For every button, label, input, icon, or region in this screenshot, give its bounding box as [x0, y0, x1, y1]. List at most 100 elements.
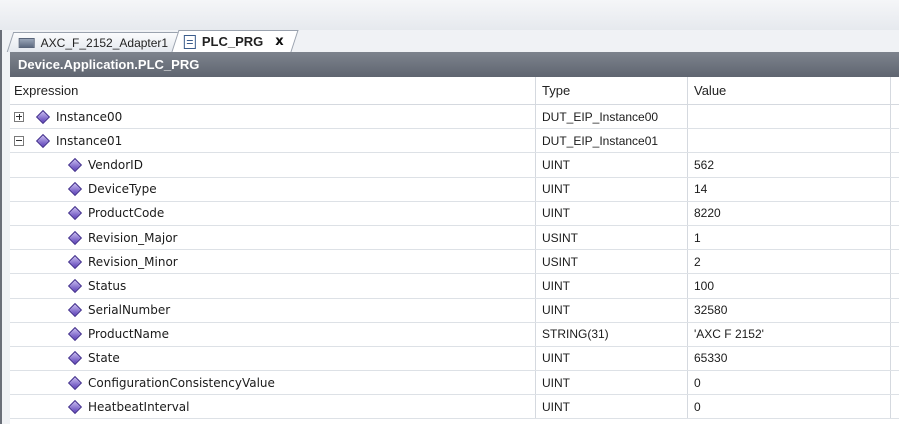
variable-name: Revision_Major [88, 230, 178, 245]
expression-content: SerialNumber [10, 303, 171, 318]
table-row[interactable]: DeviceType UINT 14 [10, 177, 899, 202]
collapse-minus-icon[interactable] [14, 135, 24, 146]
table-header: Expression Type Value [10, 77, 899, 105]
expression-content: HeatbeatInterval [10, 399, 190, 414]
row-filler [891, 347, 899, 370]
row-filler [891, 129, 899, 152]
table-row[interactable]: ProductName STRING(31) 'AXC F 2152' [10, 322, 899, 347]
tab-bar: AXC_F_2152_Adapter1 PLC_PRG x [6, 30, 299, 52]
type-cell: USINT [536, 250, 688, 274]
variable-icon [67, 157, 83, 173]
variable-icon [67, 182, 83, 197]
editor-frame: AXC_F_2152_Adapter1 PLC_PRG x Device.App… [0, 30, 899, 424]
table-row[interactable]: Instance01 DUT_EIP_Instance01 [10, 129, 899, 154]
expression-content: Instance00 [10, 109, 122, 124]
tab-axc-adapter-content: AXC_F_2152_Adapter1 [18, 35, 169, 50]
variable-name: VendorID [88, 157, 143, 172]
table-row[interactable]: SerialNumber UINT 32580 [10, 298, 899, 323]
value-cell[interactable]: 'AXC F 2152' [688, 322, 891, 346]
column-header-filler [891, 77, 899, 104]
table-row[interactable]: ProductCode UINT 8220 [10, 201, 899, 226]
variable-name: Revision_Minor [88, 254, 178, 269]
expression-cell[interactable]: State [10, 346, 536, 371]
expression-cell[interactable]: Revision_Major [10, 225, 536, 250]
value-cell[interactable] [688, 129, 891, 153]
row-filler [891, 371, 899, 394]
row-filler [891, 202, 899, 225]
variable-name: DeviceType [88, 182, 157, 197]
type-cell: UINT [536, 371, 688, 395]
table-row[interactable]: Revision_Major USINT 1 [10, 225, 899, 251]
table-row[interactable]: Revision_Minor USINT 2 [10, 250, 899, 275]
expression-content: Instance01 [10, 133, 122, 148]
variable-name: ProductCode [88, 206, 165, 221]
value-cell[interactable]: 2 [688, 250, 891, 274]
tab-axc-adapter-label: AXC_F_2152_Adapter1 [40, 35, 169, 50]
expression-content: VendorID [10, 157, 143, 173]
row-filler [891, 105, 899, 128]
value-cell[interactable] [688, 105, 891, 129]
top-strip [0, 0, 899, 31]
tab-plc-prg-label: PLC_PRG [202, 34, 264, 49]
type-cell: UINT [536, 201, 688, 225]
table-row[interactable]: ConfigurationConsistencyValue UINT 0 [10, 371, 899, 396]
value-cell[interactable]: 100 [688, 274, 891, 298]
type-cell: UINT [536, 395, 688, 419]
close-tab-icon[interactable]: x [276, 34, 284, 49]
row-filler [891, 153, 899, 176]
value-cell[interactable]: 14 [688, 177, 891, 201]
expression-cell[interactable]: SerialNumber [10, 298, 536, 322]
type-cell: STRING(31) [536, 322, 688, 346]
type-cell: DUT_EIP_Instance00 [536, 105, 688, 129]
variable-icon [67, 351, 83, 366]
row-filler [891, 299, 899, 322]
value-cell[interactable]: 0 [688, 395, 891, 419]
column-header-expression[interactable]: Expression [10, 77, 536, 104]
variable-name: SerialNumber [88, 303, 171, 318]
type-cell: UINT [536, 346, 688, 371]
expression-cell[interactable]: Status [10, 274, 536, 298]
type-cell: USINT [536, 225, 688, 250]
column-header-value[interactable]: Value [688, 77, 891, 104]
table-row[interactable]: State UINT 65330 [10, 346, 899, 372]
value-cell[interactable]: 562 [688, 153, 891, 177]
value-cell[interactable]: 1 [688, 225, 891, 250]
type-cell: UINT [536, 298, 688, 322]
table-row[interactable]: HeatbeatInterval UINT 0 [10, 395, 899, 420]
expression-content: DeviceType [10, 182, 157, 197]
tab-plc-prg[interactable]: PLC_PRG x [171, 30, 299, 52]
variable-name: ConfigurationConsistencyValue [88, 375, 275, 390]
value-cell[interactable]: 32580 [688, 298, 891, 322]
table-row[interactable]: Instance00 DUT_EIP_Instance00 [10, 105, 899, 130]
expression-cell[interactable]: ProductCode [10, 201, 536, 225]
variable-icon [67, 327, 83, 342]
value-cell[interactable]: 8220 [688, 201, 891, 225]
variable-icon [35, 109, 51, 124]
expression-cell[interactable]: HeatbeatInterval [10, 395, 536, 419]
value-cell[interactable]: 65330 [688, 346, 891, 371]
row-filler [891, 323, 899, 346]
expression-cell[interactable]: Instance00 [10, 105, 536, 129]
expression-cell[interactable]: ConfigurationConsistencyValue [10, 371, 536, 395]
expression-cell[interactable]: ProductName [10, 322, 536, 346]
table-body: Instance00 DUT_EIP_Instance00 Instance01 DU… [10, 105, 899, 420]
expression-content: ProductName [10, 327, 169, 342]
expression-cell[interactable]: Instance01 [10, 129, 536, 153]
table-row[interactable]: VendorID UINT 562 [10, 153, 899, 178]
table-row[interactable]: Status UINT 100 [10, 274, 899, 299]
variable-icon [67, 399, 83, 414]
column-header-type[interactable]: Type [536, 77, 688, 104]
expression-cell[interactable]: VendorID [10, 153, 536, 177]
variable-name: Status [88, 278, 127, 293]
expression-cell[interactable]: DeviceType [10, 177, 536, 201]
value-cell[interactable]: 0 [688, 371, 891, 395]
expression-content: ProductCode [10, 206, 165, 221]
variable-name: ProductName [88, 327, 169, 342]
tab-axc-adapter[interactable]: AXC_F_2152_Adapter1 [6, 32, 183, 52]
expression-content: Revision_Minor [10, 254, 178, 269]
expand-plus-icon[interactable] [14, 111, 24, 122]
watch-table: Expression Type Value Instance00 DUT_EIP_… [10, 77, 899, 424]
expression-cell[interactable]: Revision_Minor [10, 250, 536, 274]
variable-name: HeatbeatInterval [88, 399, 190, 414]
expression-content: ConfigurationConsistencyValue [10, 375, 275, 390]
